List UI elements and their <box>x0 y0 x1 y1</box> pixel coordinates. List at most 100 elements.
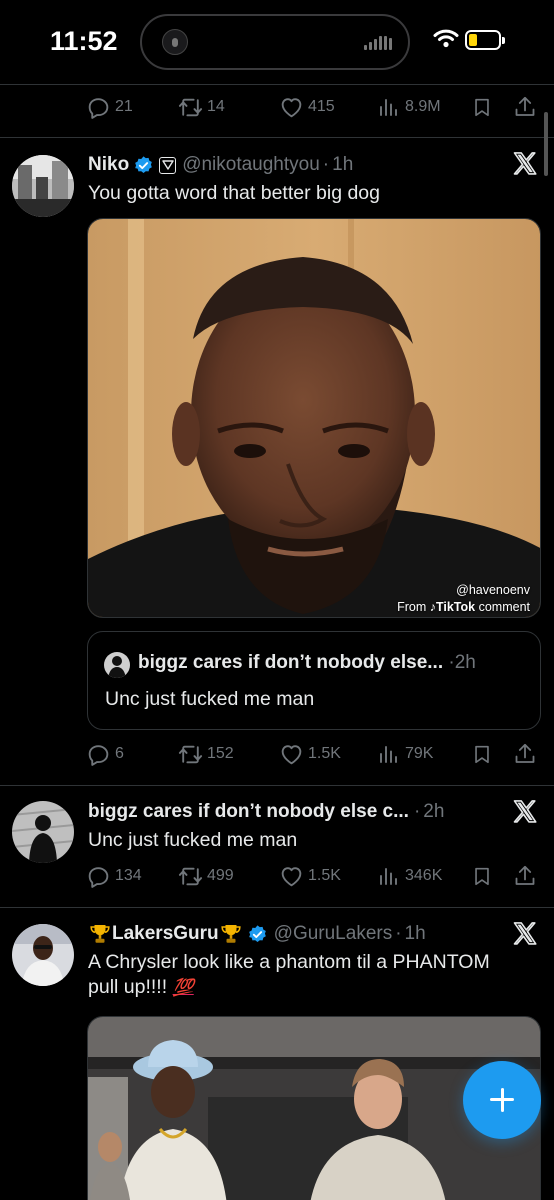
share-icon <box>513 95 537 119</box>
repost-button[interactable]: 499 <box>178 861 234 891</box>
separator-dot: · <box>413 801 421 822</box>
camera-icon <box>162 29 188 55</box>
quote-avatar <box>104 652 130 678</box>
separator-dot: · <box>322 154 330 175</box>
status-time: 11:52 <box>50 26 118 56</box>
like-icon <box>279 742 304 767</box>
tweet-header: Niko @nikotaughtyou · 1h <box>88 152 353 178</box>
like-button[interactable]: 1.5K <box>279 739 341 769</box>
bookmark-button[interactable] <box>471 739 493 769</box>
reply-count: 6 <box>115 745 124 762</box>
x-logo-icon <box>511 150 539 178</box>
views-button[interactable]: 79K <box>377 739 433 769</box>
tweet-text: Unc just fucked me man <box>88 829 298 851</box>
tweet-header: biggz cares if don’t nobody else c... · … <box>88 799 444 825</box>
avatar[interactable] <box>12 801 74 863</box>
quote-timestamp: 2h <box>454 652 476 673</box>
timestamp[interactable]: 2h <box>423 801 444 823</box>
tweet-text-line-2-text: pull up!!!! <box>88 976 168 998</box>
like-icon <box>279 95 304 120</box>
repost-button[interactable]: 152 <box>178 739 234 769</box>
quote-header: biggz cares if don’t nobody else... ·2h <box>138 652 476 674</box>
avatar-image <box>12 801 74 863</box>
share-button[interactable] <box>513 739 537 769</box>
scrollbar[interactable] <box>544 112 548 176</box>
tweet-text-line-2: pull up!!!! 💯 <box>88 975 490 1000</box>
handle[interactable]: @nikotaughtyou <box>182 154 320 176</box>
quote-display-name: biggz cares if don’t nobody else... <box>138 652 444 673</box>
share-icon <box>513 742 537 766</box>
status-bar: 11:52 <box>0 0 554 84</box>
views-icon <box>377 95 401 119</box>
x-logo-icon <box>511 798 539 826</box>
views-icon <box>377 742 401 766</box>
repost-button[interactable]: 14 <box>178 92 225 122</box>
divider <box>0 907 554 908</box>
timestamp[interactable]: 1h <box>332 154 353 176</box>
trophy-icon <box>219 922 243 946</box>
views-count: 8.9M <box>405 98 441 115</box>
hundred-points-icon: 💯 <box>172 978 194 997</box>
tweet-media[interactable]: @havenoenv From ♪TikTok comment <box>87 218 541 618</box>
reply-button[interactable]: 21 <box>86 92 133 122</box>
bookmark-button[interactable] <box>471 861 493 891</box>
display-name[interactable]: LakersGuru <box>112 923 219 945</box>
battery-level <box>469 34 477 46</box>
repost-count: 14 <box>207 98 225 115</box>
media-watermark-user: @havenoenv <box>456 583 530 597</box>
compose-button[interactable] <box>463 1061 541 1139</box>
views-count: 346K <box>405 867 443 884</box>
repost-count: 152 <box>207 745 234 762</box>
divider <box>0 785 554 786</box>
x-logo-icon <box>511 920 539 948</box>
views-count: 79K <box>405 745 434 762</box>
quote-text: Unc just fucked me man <box>105 688 315 710</box>
tweet-text: A Chrysler look like a phantom til a PHA… <box>88 950 490 1000</box>
quoted-tweet[interactable]: biggz cares if don’t nobody else... ·2h … <box>87 631 541 730</box>
verified-badge-icon <box>247 924 268 945</box>
tweet-actions: 134 499 1.5K 346K <box>0 861 554 891</box>
display-name[interactable]: Niko <box>88 154 129 176</box>
like-icon <box>279 864 304 889</box>
bookmark-icon <box>471 96 493 118</box>
views-icon <box>377 864 401 888</box>
bookmark-button[interactable] <box>471 92 493 122</box>
repost-icon <box>178 95 203 120</box>
timestamp[interactable]: 1h <box>405 923 426 945</box>
avatar-image <box>12 155 74 217</box>
separator-dot: · <box>395 923 402 944</box>
like-count: 415 <box>308 98 335 115</box>
dynamic-island <box>140 14 410 70</box>
reply-count: 21 <box>115 98 133 115</box>
repost-count: 499 <box>207 867 234 884</box>
tweet-actions: 6 152 1.5K 79K <box>0 739 554 769</box>
like-count: 1.5K <box>308 745 341 762</box>
watermark-suffix: comment <box>478 600 530 614</box>
like-button[interactable]: 415 <box>279 92 335 122</box>
reply-count: 134 <box>115 867 142 884</box>
audio-level-icon <box>364 36 392 50</box>
like-button[interactable]: 1.5K <box>279 861 341 891</box>
tweet-text-line-1: A Chrysler look like a phantom til a PHA… <box>88 951 490 973</box>
views-button[interactable]: 346K <box>377 861 442 891</box>
share-button[interactable] <box>513 92 537 122</box>
repost-icon <box>178 864 203 889</box>
avatar[interactable] <box>12 924 74 986</box>
media-watermark: From ♪TikTok comment <box>397 600 530 614</box>
media-photo <box>88 219 540 617</box>
bookmark-icon <box>471 865 493 887</box>
reply-button[interactable]: 134 <box>86 861 142 891</box>
views-button[interactable]: 8.9M <box>377 92 441 122</box>
share-icon <box>513 864 537 888</box>
battery-icon <box>465 30 505 50</box>
handle[interactable]: @GuruLakers <box>274 923 393 945</box>
reply-icon <box>86 95 111 120</box>
divider <box>0 84 554 85</box>
repost-icon <box>178 742 203 767</box>
display-name[interactable]: biggz cares if don’t nobody else c... <box>88 801 409 823</box>
divider <box>0 137 554 138</box>
share-button[interactable] <box>513 861 537 891</box>
reply-button[interactable]: 6 <box>86 739 124 769</box>
avatar[interactable] <box>12 155 74 217</box>
bookmark-icon <box>471 743 493 765</box>
